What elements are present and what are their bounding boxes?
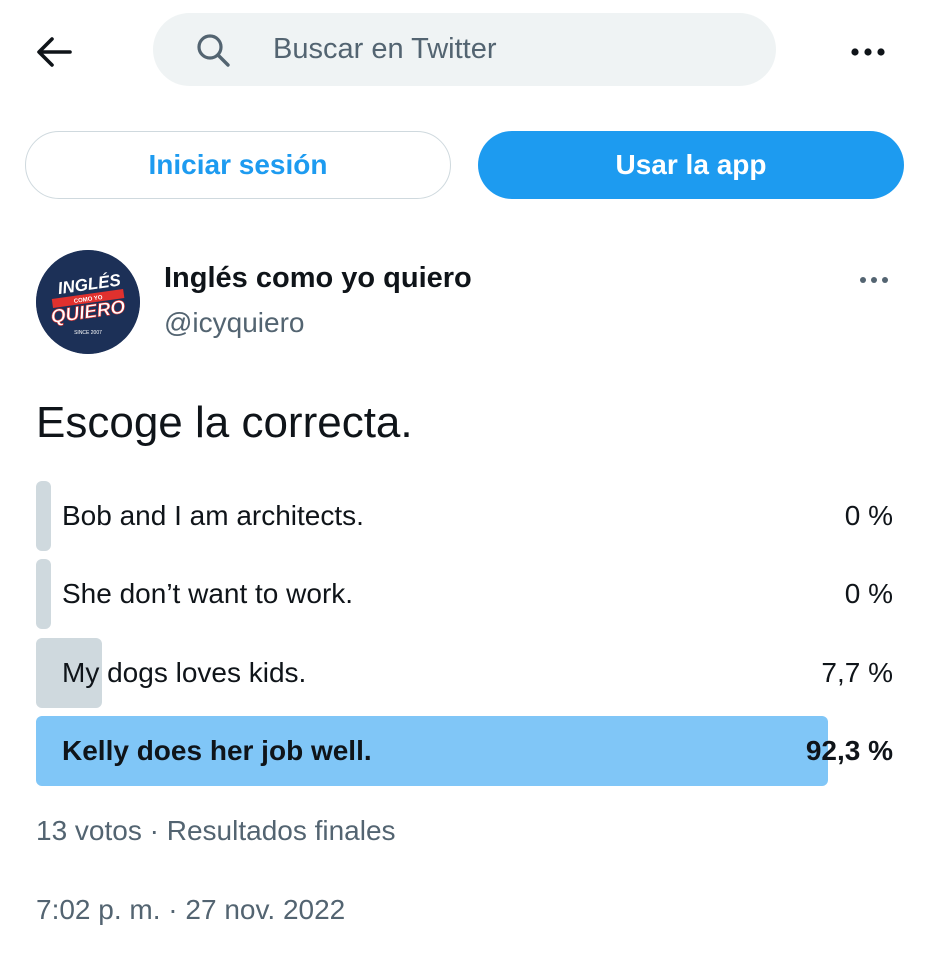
arrow-left-icon (37, 37, 72, 67)
poll-option-label: She don’t want to work. (62, 578, 354, 609)
poll-option-percent: 92,3 % (805, 735, 893, 766)
more-horizontal-icon (860, 277, 888, 283)
timestamp-separator: · (160, 894, 186, 925)
poll-meta: 13 votos · Resultados finales (36, 815, 396, 847)
poll-bar (36, 559, 51, 629)
poll-option-percent: 7,7 % (821, 657, 893, 688)
search-icon (193, 30, 233, 70)
poll-option-label: My dogs loves kids. (62, 657, 307, 688)
search-bar[interactable]: Buscar en Twitter (153, 13, 776, 86)
tweet-date[interactable]: 27 nov. 2022 (185, 894, 345, 926)
poll-option-label: Kelly does her job well. (62, 735, 372, 766)
back-button[interactable] (22, 20, 86, 84)
poll-option: Bob and I am architects. 0 % (36, 481, 893, 551)
poll-option-percent: 0 % (844, 500, 893, 531)
poll-option-label: Bob and I am architects. (62, 500, 364, 531)
author-handle[interactable]: @icyquiero (164, 307, 304, 339)
tweet-time[interactable]: 7:02 p. m. (36, 894, 161, 926)
poll-option: My dogs loves kids. 7,7 % (36, 638, 893, 708)
svg-text:SINCE 2007: SINCE 2007 (74, 330, 102, 336)
poll-option: She don’t want to work. 0 % (36, 559, 893, 629)
avatar[interactable]: INGLÉS COMO YO QUIERO SINCE 2007 (36, 250, 140, 354)
poll-votes: 13 votos (36, 815, 142, 846)
author-name[interactable]: Inglés como yo quiero (164, 262, 472, 295)
poll-option-percent: 0 % (844, 578, 893, 609)
use-app-button[interactable]: Usar la app (478, 131, 904, 199)
poll-option-winner: Kelly does her job well. 92,3 % (36, 716, 893, 786)
more-options-button[interactable] (840, 24, 896, 80)
poll-meta-separator: · (141, 815, 167, 846)
more-horizontal-icon (851, 48, 885, 56)
tweet-text: Escoge la correcta. (36, 398, 413, 447)
poll-status: Resultados finales (166, 815, 396, 846)
poll-bar (36, 481, 51, 551)
tweet-timestamp[interactable]: 7:02 p. m. · 27 nov. 2022 (36, 894, 345, 926)
login-button[interactable]: Iniciar sesión (25, 131, 451, 199)
tweet-more-button[interactable] (850, 262, 898, 298)
search-placeholder: Buscar en Twitter (273, 33, 497, 65)
